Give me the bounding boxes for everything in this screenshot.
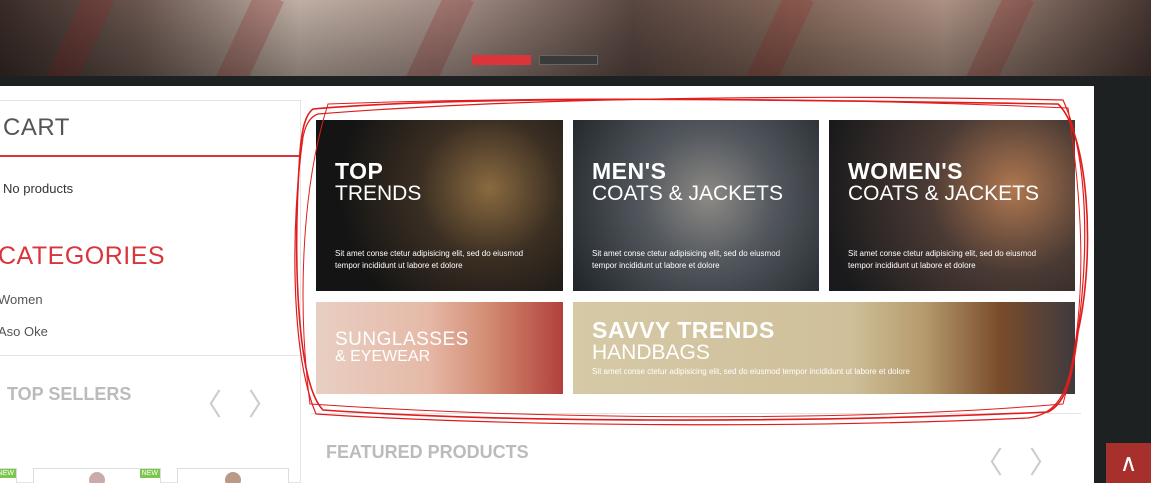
banner-subheading: HANDBAGS	[592, 341, 710, 364]
sidebar-divider	[0, 355, 300, 356]
chevron-right-icon[interactable]: 〉	[1029, 438, 1059, 482]
banner-top-trends[interactable]: TOP TRENDS Sit amet conse ctetur adipisi…	[316, 120, 563, 291]
cart-empty-text: No products	[3, 181, 74, 196]
featured-products-title: FEATURED PRODUCTS	[326, 442, 529, 462]
page-gutter	[1094, 76, 1151, 483]
hero-slider[interactable]	[0, 0, 1151, 76]
chevron-left-icon[interactable]: 〈	[973, 438, 1003, 482]
product-image	[225, 472, 241, 483]
main-content: TOP TRENDS Sit amet conse ctetur adipisi…	[301, 86, 1094, 483]
cart-title: CART	[3, 114, 70, 141]
new-badge: NEW	[0, 469, 16, 478]
slider-dot-2[interactable]	[539, 55, 598, 65]
banner-womens-coats[interactable]: WOMEN'S COATS & JACKETS Sit amet conse c…	[829, 120, 1075, 291]
banner-heading: TOP	[335, 158, 384, 184]
banner-heading: MEN'S	[592, 158, 667, 184]
chevron-left-icon[interactable]: 〈	[192, 380, 222, 424]
categories-title: CATEGORIES	[0, 242, 166, 270]
banner-heading: WOMEN'S	[848, 158, 964, 184]
banner-description: Sit amet conse ctetur adipisicing elit, …	[592, 367, 910, 376]
banner-handbags[interactable]: SAVVY TRENDS HANDBAGS Sit amet conse cte…	[573, 302, 1075, 394]
top-sellers-title: TOP SELLERS	[7, 384, 132, 404]
hero-bottom-bar	[0, 76, 1151, 86]
banner-heading: SAVVY TRENDS	[592, 317, 775, 343]
chevron-right-icon[interactable]: 〉	[248, 380, 278, 424]
section-divider	[311, 413, 1081, 414]
banner-subheading: & EYEWEAR	[335, 348, 431, 365]
banner-description: Sit amet conse ctetur adipisicing elit, …	[848, 249, 1037, 270]
cart-divider	[0, 155, 300, 157]
product-image	[89, 472, 105, 483]
new-badge: NEW	[139, 469, 160, 478]
banner-subheading: TRENDS	[335, 182, 422, 205]
sidebar-panel	[0, 100, 301, 483]
product-thumbnail[interactable]	[177, 468, 289, 483]
category-link-women[interactable]: Women	[0, 292, 43, 307]
product-thumbnail[interactable]: NEW	[33, 468, 161, 483]
banner-sunglasses[interactable]: SUNGLASSES & EYEWEAR	[316, 302, 563, 394]
category-link-aso-oke[interactable]: Aso Oke	[0, 324, 48, 339]
banner-mens-coats[interactable]: MEN'S COATS & JACKETS Sit amet conse cte…	[573, 120, 819, 291]
slider-dot-1[interactable]	[472, 55, 531, 65]
back-to-top-button[interactable]: ∧	[1106, 443, 1151, 483]
banner-subheading: COATS & JACKETS	[848, 182, 1039, 205]
banner-subheading: COATS & JACKETS	[592, 182, 783, 205]
sidebar: CART No products CATEGORIES Women Aso Ok…	[0, 86, 301, 483]
banner-description: Sit amet conse ctetur adipisicing elit, …	[335, 249, 524, 270]
banner-description: Sit amet conse ctetur adipisicing elit, …	[592, 249, 781, 270]
chevron-up-icon: ∧	[1119, 449, 1138, 477]
product-thumbnail[interactable]: NEW	[0, 468, 17, 483]
